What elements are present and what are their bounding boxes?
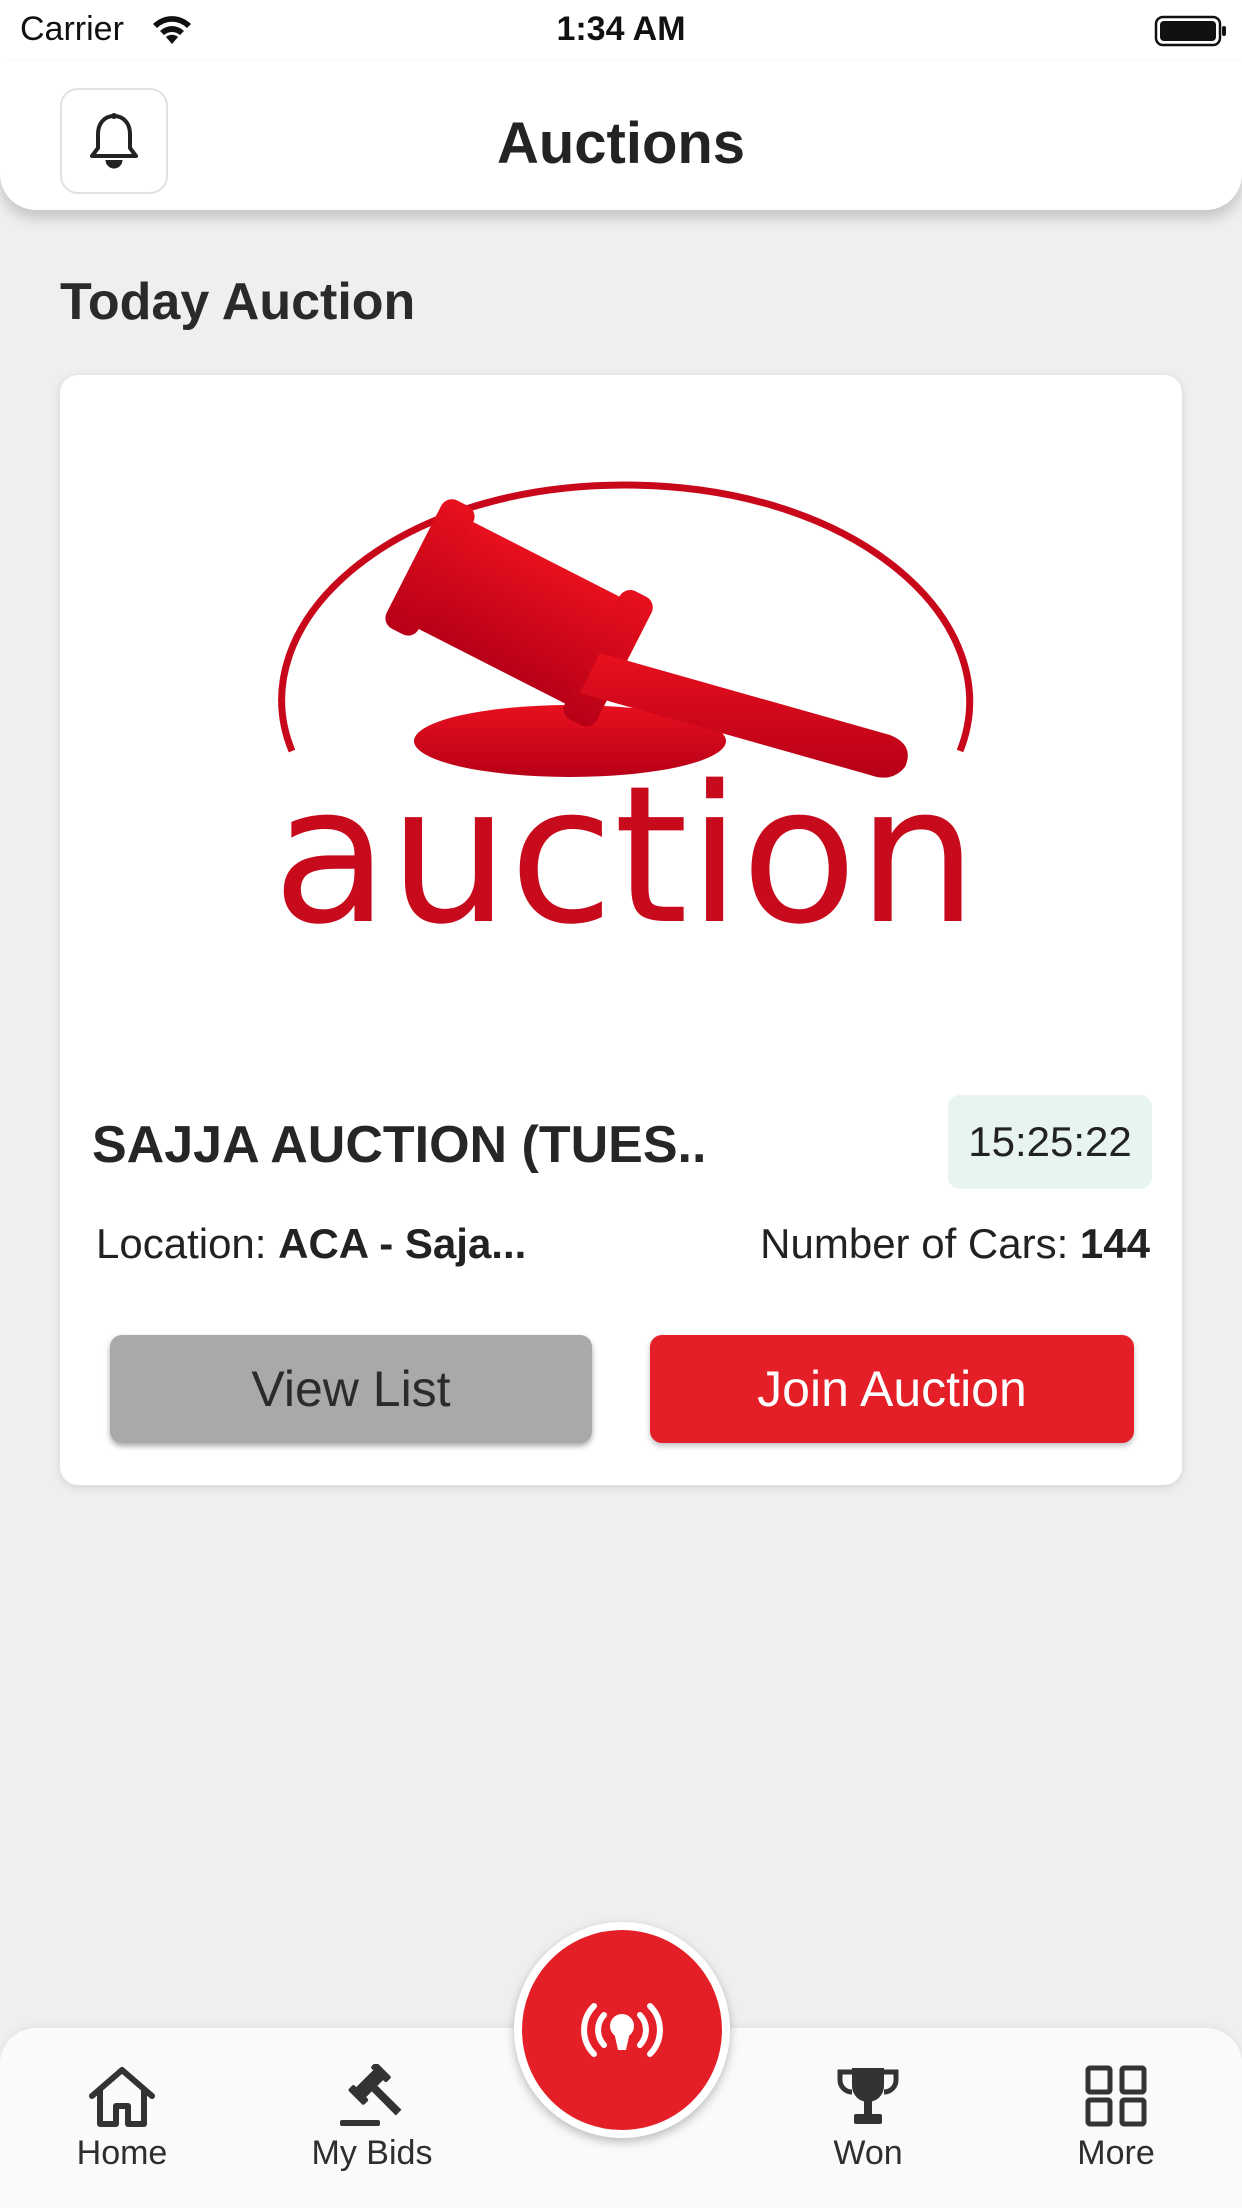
cars-value: 144 xyxy=(1079,1220,1150,1267)
nav-my-bids-label: My Bids xyxy=(311,2134,433,2172)
live-broadcast-icon xyxy=(581,2003,663,2057)
location-label: Location: xyxy=(96,1220,267,1267)
auction-card[interactable]: auction SAJJA AUCTION (TUES.. 15:25:22 L… xyxy=(60,375,1182,1485)
live-auction-button[interactable] xyxy=(514,1922,730,2138)
countdown-timer: 15:25:22 xyxy=(948,1095,1152,1189)
home-icon xyxy=(89,2067,155,2127)
cars-count-info: Number of Cars: 144 xyxy=(760,1220,1150,1268)
grid-icon xyxy=(1085,2065,1147,2127)
battery-icon xyxy=(1154,15,1226,47)
gavel-icon xyxy=(340,2064,402,2126)
nav-more[interactable]: More xyxy=(1016,2064,1216,2173)
auction-name: SAJJA AUCTION (TUES.. xyxy=(92,1116,707,1174)
auction-logo: auction xyxy=(272,481,978,945)
nav-home-label: Home xyxy=(76,2134,168,2172)
status-bar: Carrier 1:34 AM xyxy=(0,0,1242,62)
cars-label: Number of Cars: xyxy=(760,1220,1069,1267)
logo-wordmark: auction xyxy=(272,745,977,945)
location-value: ACA - Saja... xyxy=(278,1220,527,1267)
nav-my-bids[interactable]: My Bids xyxy=(272,2064,472,2173)
status-time: 1:34 AM xyxy=(556,10,686,48)
trophy-icon xyxy=(837,2068,899,2124)
page-title: Auctions xyxy=(496,111,746,176)
nav-won-label: Won xyxy=(833,2134,903,2172)
nav-won[interactable]: Won xyxy=(768,2064,968,2173)
join-auction-button[interactable]: Join Auction xyxy=(650,1335,1134,1443)
nav-home[interactable]: Home xyxy=(22,2064,222,2173)
view-list-button[interactable]: View List xyxy=(110,1335,592,1443)
nav-more-label: More xyxy=(1077,2134,1155,2172)
app-header: Auctions xyxy=(0,62,1242,210)
section-title: Today Auction xyxy=(60,273,416,331)
location-info: Location: ACA - Saja... xyxy=(96,1220,526,1268)
